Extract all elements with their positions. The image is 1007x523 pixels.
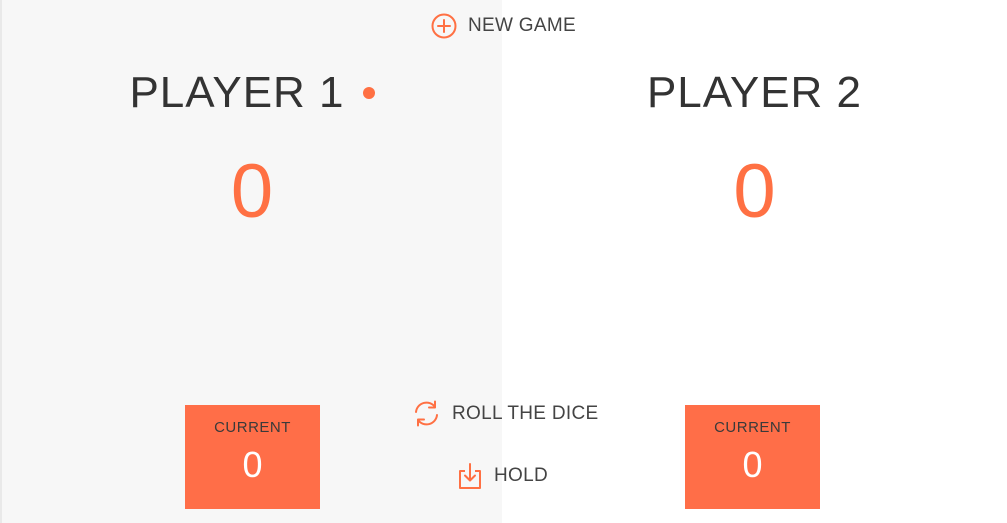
download-icon (456, 461, 484, 491)
refresh-icon (411, 398, 442, 429)
player-1-score: 0 (230, 149, 274, 234)
player-1-panel: PLAYER 1 0 CURRENT 0 (0, 0, 502, 523)
player-1-name: PLAYER 1 (2, 68, 502, 118)
player-2-current-box: CURRENT 0 (685, 405, 820, 509)
player-2-current-score: 0 (742, 444, 763, 485)
hold-button[interactable]: HOLD (456, 461, 548, 491)
player-2-name: PLAYER 2 (502, 68, 1007, 118)
player-2-current-label: CURRENT (714, 419, 791, 436)
plus-circle-icon (430, 12, 458, 40)
player-1-current-box: CURRENT 0 (185, 405, 320, 509)
player-1-current-label: CURRENT (214, 419, 291, 436)
roll-dice-label: ROLL THE DICE (452, 402, 599, 424)
active-player-dot-icon (362, 87, 375, 100)
player-2-name-text: PLAYER 2 (646, 68, 863, 117)
player-2-panel: PLAYER 2 0 CURRENT 0 (502, 0, 1007, 523)
new-game-label: NEW GAME (468, 15, 576, 36)
player-2-score: 0 (733, 149, 776, 234)
player-1-name-text: PLAYER 1 (129, 68, 345, 117)
new-game-button[interactable]: NEW GAME (430, 12, 576, 40)
player-1-current-score: 0 (242, 444, 263, 485)
roll-dice-button[interactable]: ROLL THE DICE (411, 398, 598, 429)
hold-label: HOLD (494, 465, 548, 486)
